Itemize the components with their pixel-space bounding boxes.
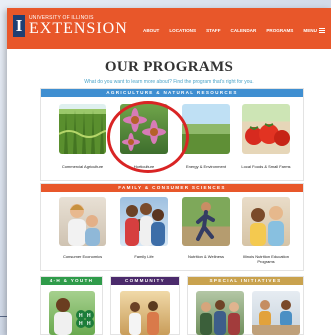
nav-about[interactable]: ABOUT [143, 28, 159, 33]
nav-locations[interactable]: LOCATIONS [169, 28, 196, 33]
tile-image-family-shopping [59, 197, 106, 246]
tile-special-initiative-2[interactable] [252, 291, 300, 335]
tile-image-runner [182, 197, 230, 246]
tile-commercial-agriculture[interactable]: Commercial Agriculture [59, 104, 106, 169]
tile-consumer-economics[interactable]: Consumer Economics [59, 197, 106, 259]
tile-label: Energy & Environment [185, 164, 227, 169]
tile-label: Commercial Agriculture [61, 164, 104, 169]
nav-staff[interactable]: STAFF [206, 28, 220, 33]
tile-image-4h-clover: HHHH [49, 291, 95, 335]
nav-menu-label: MENU [303, 28, 317, 33]
logo-extension-text[interactable]: EXTENSION [29, 21, 128, 37]
svg-text:H: H [79, 313, 83, 319]
tile-label: Local Foods & Small Farms [241, 164, 291, 169]
nav-menu[interactable]: MENU [303, 28, 325, 33]
tile-image-family [120, 197, 168, 246]
hamburger-icon [318, 28, 325, 33]
svg-text:H: H [87, 321, 91, 327]
section-community-heading: COMMUNITY [111, 277, 179, 285]
tile-label: Nutrition & Wellness [188, 254, 224, 259]
section-family-heading: FAMILY & CONSUMER SCIENCES [41, 184, 303, 192]
tile-4h-youth[interactable]: HHHH [49, 291, 95, 335]
main-nav: ABOUT LOCATIONS STAFF CALENDAR PROGRAMS … [143, 28, 325, 33]
nav-calendar[interactable]: CALENDAR [231, 28, 257, 33]
svg-text:H: H [87, 313, 91, 319]
tile-local-foods[interactable]: Local Foods & Small Farms [241, 104, 291, 169]
section-youth-heading: 4-H & YOUTH [41, 277, 102, 285]
tile-community[interactable] [120, 291, 170, 335]
webpage: I UNIVERSITY OF ILLINOIS EXTENSION ABOUT… [7, 8, 331, 335]
tile-image-kids-eating [242, 197, 290, 246]
tile-image-cornfield [59, 104, 106, 154]
tile-energy-environment[interactable]: Energy & Environment [182, 104, 230, 169]
nav-programs[interactable]: PROGRAMS [266, 28, 293, 33]
page-subtitle: What do you want to learn more about? Fi… [84, 79, 254, 85]
tile-illinois-nutrition-education[interactable]: Illinois Nutrition Education Programs [242, 197, 290, 264]
page-title: OUR PROGRAMS [104, 59, 234, 75]
tile-image-youth-group [196, 291, 244, 335]
section-agriculture-heading: AGRICULTURE & NATURAL RESOURCES [41, 89, 303, 97]
tile-image-community-walkers [120, 291, 170, 335]
tile-image-kids-table [252, 291, 300, 335]
tile-family-life[interactable]: Family Life [120, 197, 168, 259]
section-special-heading: SPECIAL INITIATIVES [188, 277, 303, 285]
illinois-logo-icon[interactable]: I [13, 15, 25, 37]
tile-image-tomatoes [242, 104, 290, 154]
horticulture-highlight-circle [107, 101, 189, 173]
tile-label: Consumer Economics [62, 254, 103, 259]
tile-special-initiative-1[interactable] [196, 291, 244, 335]
svg-text:H: H [79, 321, 83, 327]
tile-image-field [182, 104, 230, 154]
site-header: I UNIVERSITY OF ILLINOIS EXTENSION ABOUT… [7, 8, 331, 49]
tile-nutrition-wellness[interactable]: Nutrition & Wellness [182, 197, 230, 259]
tile-label: Family Life [134, 254, 154, 259]
tile-label: Illinois Nutrition Education Programs [242, 254, 290, 264]
